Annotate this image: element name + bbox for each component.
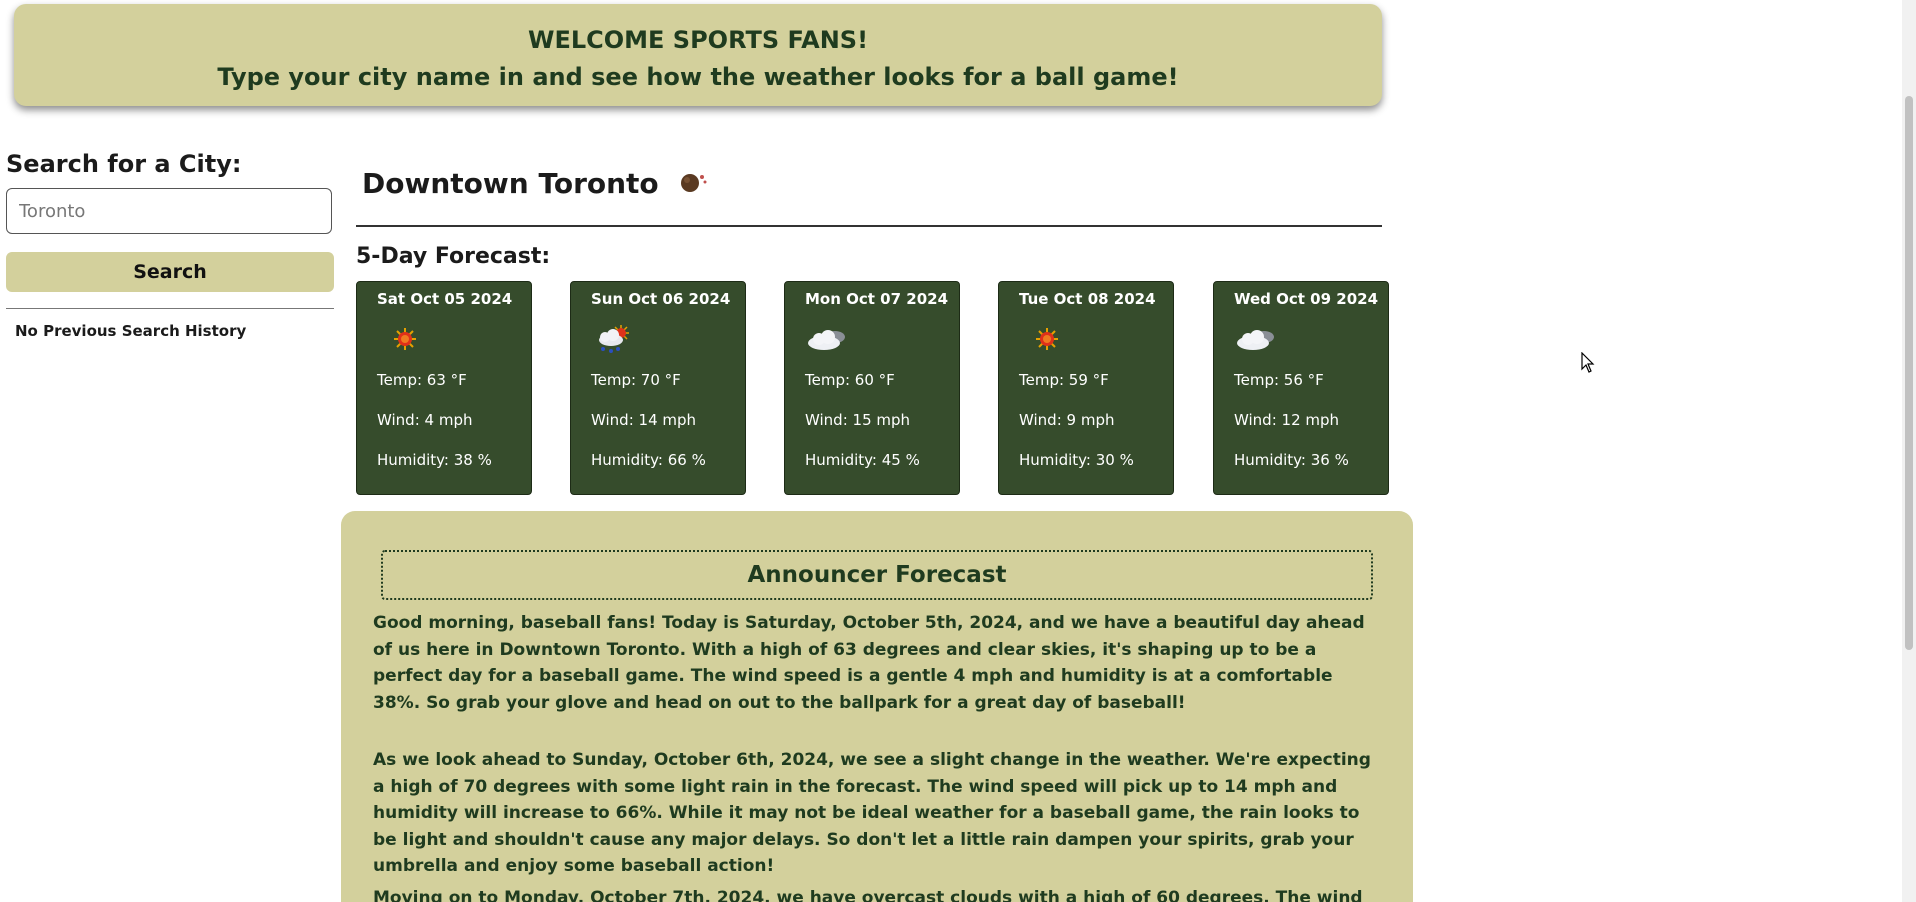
forecast-wind: Wind: 12 mph: [1234, 411, 1340, 429]
sidebar: Search for a City: Search No Previous Se…: [6, 148, 334, 340]
forecast-temp: Temp: 56 °F: [1234, 371, 1324, 389]
forecast-card: Sat Oct 05 2024 Temp: 63 °F Wind: 4 mph …: [356, 281, 532, 495]
search-heading: Search for a City:: [6, 150, 242, 178]
announcer-paragraph: Good morning, baseball fans! Today is Sa…: [373, 613, 1365, 713]
sun-icon: [1019, 322, 1063, 356]
page: WELCOME SPORTS FANS! Type your city name…: [0, 0, 1902, 902]
city-name: Downtown Toronto: [362, 167, 659, 200]
main-divider: [356, 225, 1382, 227]
forecast-wind: Wind: 9 mph: [1019, 411, 1115, 429]
announcer-paragraph: As we look ahead to Sunday, October 6th,…: [373, 750, 1371, 876]
announcer-paragraph: Moving on to Monday, October 7th, 2024, …: [373, 888, 1363, 902]
city-title: Downtown Toronto: [362, 164, 708, 205]
forecast-date: Sun Oct 06 2024: [591, 290, 731, 308]
mouse-cursor-icon: [1581, 351, 1595, 374]
forecast-date: Tue Oct 08 2024: [1019, 290, 1156, 308]
welcome-banner: WELCOME SPORTS FANS! Type your city name…: [14, 4, 1382, 106]
forecast-temp: Temp: 59 °F: [1019, 371, 1109, 389]
announcer-forecast-panel: Announcer Forecast Good morning, basebal…: [341, 511, 1413, 902]
sidebar-divider: [6, 308, 334, 309]
baseball-icon: [678, 165, 708, 205]
scrollbar-thumb[interactable]: [1905, 96, 1913, 650]
forecast-wind: Wind: 14 mph: [591, 411, 697, 429]
forecast-humidity: Humidity: 36 %: [1234, 451, 1349, 469]
sun-icon: [377, 322, 421, 356]
forecast-heading: 5-Day Forecast:: [356, 244, 551, 269]
forecast-wind: Wind: 15 mph: [805, 411, 911, 429]
forecast-date: Mon Oct 07 2024: [805, 290, 949, 308]
forecast-card: Sun Oct 06 2024 Temp: 70 °F Wind: 14 mph…: [570, 281, 746, 495]
forecast-humidity: Humidity: 30 %: [1019, 451, 1134, 469]
forecast-humidity: Humidity: 38 %: [377, 451, 492, 469]
forecast-temp: Temp: 63 °F: [377, 371, 467, 389]
forecast-temp: Temp: 70 °F: [591, 371, 681, 389]
forecast-temp: Temp: 60 °F: [805, 371, 895, 389]
page-scrollbar[interactable]: [1902, 0, 1916, 902]
forecast-card: Mon Oct 07 2024 Temp: 60 °F Wind: 15 mph…: [784, 281, 960, 495]
banner-title: WELCOME SPORTS FANS!: [527, 26, 869, 54]
cloud-icon: [1234, 322, 1278, 356]
forecast-humidity: Humidity: 66 %: [591, 451, 706, 469]
cloud-icon: [805, 322, 849, 356]
rain-sun-icon: [591, 322, 635, 356]
forecast-card: Wed Oct 09 2024 Temp: 56 °F Wind: 12 mph…: [1213, 281, 1389, 495]
city-search-input[interactable]: [6, 188, 332, 234]
search-history-text: No Previous Search History: [15, 322, 247, 340]
search-button[interactable]: Search: [6, 252, 334, 292]
forecast-wind: Wind: 4 mph: [377, 411, 473, 429]
announcer-title: Announcer Forecast: [381, 550, 1373, 600]
forecast-card: Tue Oct 08 2024 Temp: 59 °F Wind: 9 mph …: [998, 281, 1174, 495]
forecast-date: Wed Oct 09 2024: [1234, 290, 1379, 308]
banner-subtitle: Type your city name in and see how the w…: [217, 63, 1179, 91]
forecast-date: Sat Oct 05 2024: [377, 290, 513, 308]
forecast-humidity: Humidity: 45 %: [805, 451, 920, 469]
